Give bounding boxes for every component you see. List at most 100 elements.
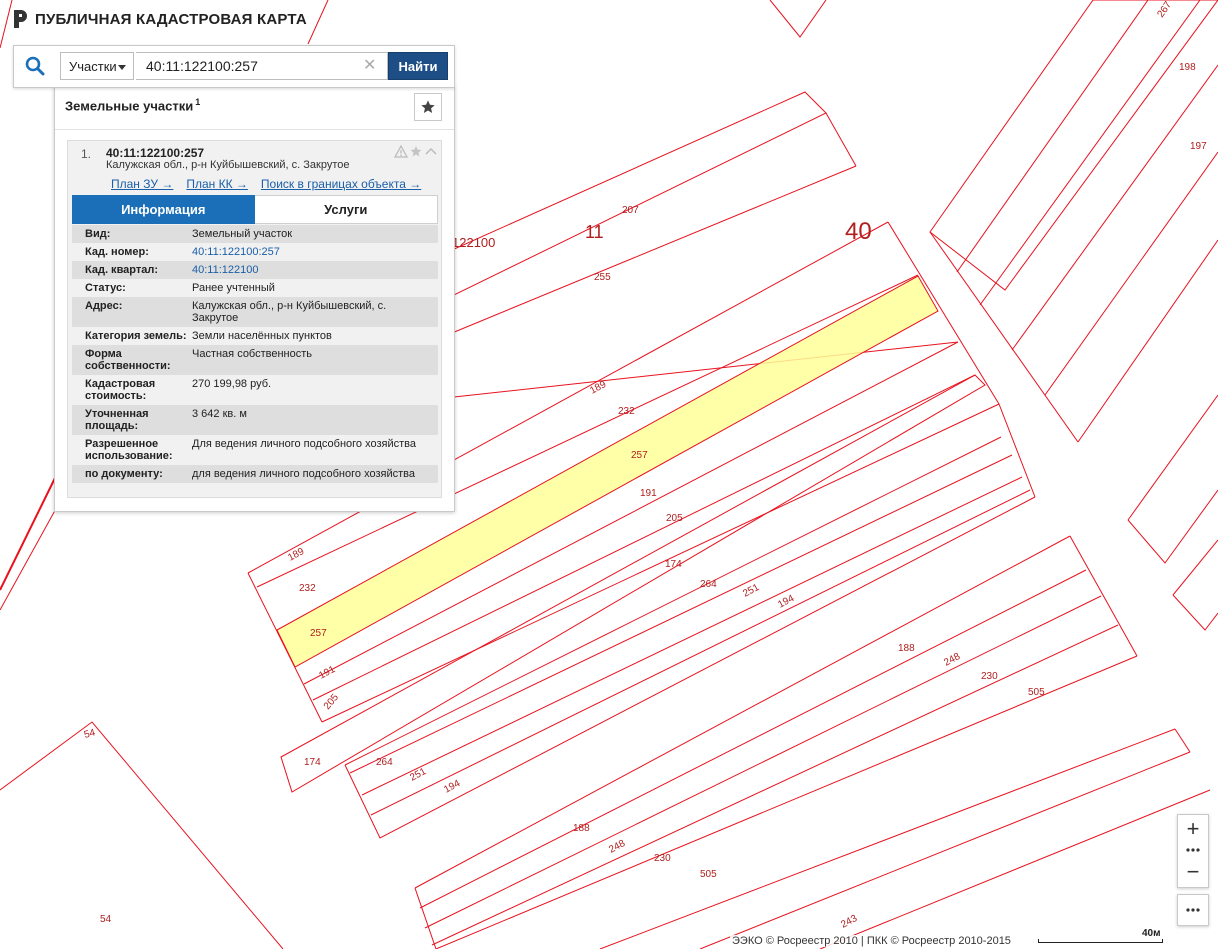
info-label: Уточненная площадь: — [85, 408, 149, 432]
parcel-label: 251 — [741, 582, 761, 600]
attribution: ЭЭКО © Росреестр 2010 | ПКК © Росреестр … — [730, 935, 1013, 947]
results-panel: Земельные участки 1 1. 40:11:122100:257 К… — [54, 86, 455, 512]
parcel-label: 205 — [666, 513, 683, 524]
parcel-boundary — [435, 655, 1138, 949]
parcel-label: 174 — [665, 559, 682, 570]
dots-icon — [1186, 848, 1200, 852]
parcel-boundary — [451, 165, 857, 334]
search-type-select[interactable]: Участки — [60, 52, 134, 80]
parcel-boundary — [1011, 64, 1218, 351]
chevron-up-icon[interactable] — [424, 145, 438, 158]
zoom-control: + − — [1177, 814, 1209, 888]
parcel-label: 191 — [640, 488, 657, 499]
info-value: для ведения личного подсобного хозяйства — [192, 468, 415, 480]
parcel-boundary — [0, 721, 284, 949]
parcel-label: 505 — [1028, 687, 1045, 698]
parcel-label: 264 — [376, 757, 393, 768]
parcel-boundary — [979, 0, 1201, 306]
parcel-boundary — [825, 112, 857, 167]
search-input[interactable] — [136, 52, 388, 80]
result-card[interactable]: 1. 40:11:122100:257 Калужская обл., р-н … — [67, 140, 442, 498]
parcel-boundary — [1069, 535, 1138, 657]
parcel-label: 251 — [408, 766, 428, 784]
result-index: 1. — [81, 147, 92, 161]
search-in-bounds-link[interactable]: Поиск в границах объекта → — [261, 177, 421, 191]
parcel-label: 505 — [700, 869, 717, 880]
parcel-boundary — [0, 504, 59, 611]
parcel-boundary — [419, 569, 1087, 909]
clear-icon[interactable]: ✕ — [363, 56, 376, 76]
parcel-label: 232 — [299, 583, 316, 594]
find-button[interactable]: Найти — [388, 52, 448, 80]
favorites-button[interactable] — [414, 93, 442, 121]
parcel-label: 230 — [654, 853, 671, 864]
tab-info[interactable]: Информация — [72, 195, 255, 224]
tab-services[interactable]: Услуги — [254, 195, 438, 224]
region-label: 11 — [585, 222, 604, 242]
parcel-label: 198 — [1179, 62, 1196, 73]
parcel-label: 257 — [631, 450, 648, 461]
info-value: Земли населённых пунктов — [192, 330, 332, 342]
parcel-boundary — [307, 0, 329, 45]
results-title: Земельные участки 1 — [65, 97, 200, 113]
parcel-label: 194 — [442, 778, 462, 796]
parcel-boundary — [0, 477, 56, 591]
parcel-boundary — [1044, 151, 1218, 396]
results-title-text: Земельные участки — [65, 98, 194, 114]
logo-icon — [14, 10, 27, 28]
result-cad-number[interactable]: 40:11:122100:257 — [106, 146, 204, 160]
warning-icon[interactable] — [394, 145, 408, 158]
parcel-boundary — [699, 751, 1191, 949]
star-icon[interactable] — [409, 145, 423, 158]
info-value[interactable]: 40:11:122100:257 — [192, 246, 438, 258]
scale-bar: 40м — [1038, 928, 1166, 943]
info-value: Для ведения личного подсобного хозяйства — [192, 438, 416, 450]
zoom-in-button[interactable]: + — [1178, 815, 1208, 843]
info-label: Статус: — [85, 282, 126, 294]
more-options-button[interactable] — [1177, 894, 1209, 926]
parcel-label: 188 — [573, 823, 590, 834]
parcel-boundary — [414, 887, 437, 949]
parcel-label: 54 — [83, 727, 97, 741]
parcel-boundary — [929, 0, 1218, 291]
info-row: по документу: для ведения личного подсобн… — [72, 465, 438, 483]
divider — [55, 129, 454, 130]
minus-icon: − — [1186, 859, 1200, 884]
info-row: Кад. номер: 40:11:122100:257 — [72, 243, 438, 261]
parcel-boundary — [1127, 394, 1218, 521]
parcel-boundary — [819, 789, 1211, 949]
info-table: Вид: Земельный участок Кад. номер: 40:11:12… — [72, 225, 438, 483]
result-tabs: Информация Услуги — [72, 195, 438, 224]
info-label: Категория земель: — [85, 330, 187, 342]
plan-zu-link[interactable]: План ЗУ → — [111, 177, 173, 191]
scale-label: 40м — [1142, 928, 1161, 939]
parcel-boundary — [451, 91, 827, 297]
results-count: 1 — [195, 97, 201, 107]
info-value[interactable]: 40:11:122100 — [192, 264, 438, 276]
result-actions — [394, 145, 438, 158]
info-row: Статус: Ранее учтенный — [72, 279, 438, 297]
parcel-label: 189 — [286, 546, 306, 564]
parcel-boundary — [0, 0, 13, 49]
info-label: Форма собственности: — [85, 348, 171, 372]
info-row: Разрешенное использование: Для ведения ли… — [72, 435, 438, 465]
parcel-label: 264 — [700, 579, 717, 590]
parcel-label: 188 — [898, 643, 915, 654]
parcel-label: 191 — [317, 664, 337, 682]
app-header: ПУБЛИЧНАЯ КАДАСТРОВАЯ КАРТА — [12, 10, 307, 28]
app-title: ПУБЛИЧНАЯ КАДАСТРОВАЯ КАРТА — [35, 10, 307, 28]
parcel-label: 267 — [1155, 0, 1174, 20]
info-label: Кад. квартал: — [85, 264, 159, 276]
info-label: Кадастровая стоимость: — [85, 378, 156, 402]
plan-kk-link[interactable]: План КК → — [186, 177, 248, 191]
parcel-label: 257 — [310, 628, 327, 639]
zoom-levels-button[interactable] — [1178, 843, 1208, 857]
parcel-boundary — [929, 231, 1079, 443]
zoom-out-button[interactable]: − — [1178, 857, 1208, 887]
parcel-boundary — [1172, 539, 1218, 596]
quarter-label: 122100 — [452, 235, 495, 250]
info-value: 3 642 кв. м — [192, 408, 247, 420]
parcel-boundary — [998, 403, 1036, 498]
result-address: Калужская обл., р-н Куйбышевский, с. Зак… — [106, 159, 350, 171]
search-icon[interactable] — [24, 55, 46, 77]
